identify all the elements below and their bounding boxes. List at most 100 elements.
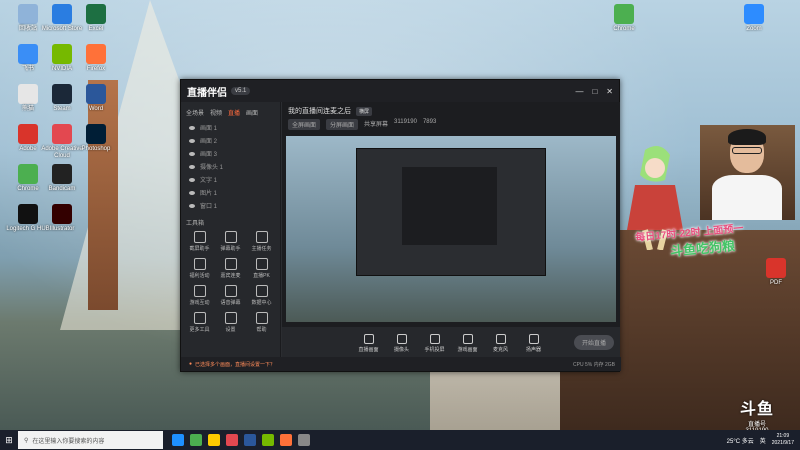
- tool-icon: [193, 285, 206, 297]
- tool-button[interactable]: 更多工具: [185, 312, 214, 333]
- desktop-icon[interactable]: PDF: [752, 258, 800, 287]
- eye-icon[interactable]: [189, 177, 195, 182]
- taskbar-search[interactable]: ⚲ 在这里输入你要搜索的内容: [18, 431, 163, 449]
- status-bar: ● 已选择多个画面，直播间设置一下？ CPU 5% 内存 2GB: [181, 357, 621, 371]
- room-title[interactable]: 我的直播间连麦之后: [288, 108, 351, 115]
- nested-window: [356, 148, 546, 276]
- preview-pill[interactable]: 3119190: [394, 119, 417, 130]
- desktop-icon-image: [18, 204, 38, 224]
- version-badge[interactable]: v5.1: [231, 87, 251, 95]
- desktop-icon[interactable]: Firefox: [72, 44, 120, 73]
- tab-live[interactable]: 直播: [228, 108, 240, 117]
- ime-indicator[interactable]: 英: [760, 436, 766, 445]
- tool-icon: [224, 231, 237, 243]
- tool-button[interactable]: 弹幕助手: [216, 231, 245, 252]
- tool-label: 数据中心: [251, 300, 272, 306]
- preview-area: 我的直播间连麦之后 横屏 全屏画面 分屏画面 共享屏幕 3119190 7893: [282, 102, 620, 327]
- source-item[interactable]: 窗口 1: [181, 199, 280, 212]
- tool-button[interactable]: 数据中心: [247, 285, 276, 306]
- taskbar-app-icon[interactable]: [172, 434, 184, 446]
- tool-button[interactable]: 截屏助手: [185, 231, 214, 252]
- bottom-tool-button[interactable]: 扬声器: [523, 333, 545, 353]
- scene-tabs: 全场景 视频 直播 画面: [181, 102, 280, 121]
- preview-canvas[interactable]: [286, 136, 616, 322]
- bottom-tool-label: 扬声器: [525, 346, 541, 353]
- taskbar-app-icon[interactable]: [208, 434, 220, 446]
- live-companion-window: 直播伴侣 v5.1 — □ ✕ 全场景 视频 直播 画面 画面 1 画面 2 画面 …: [180, 79, 621, 372]
- tool-button[interactable]: 福利活动: [185, 258, 214, 279]
- clock-time: 21:09: [776, 433, 790, 439]
- bottom-tool-button[interactable]: 摄像头: [391, 333, 413, 353]
- eye-icon[interactable]: [189, 190, 195, 195]
- source-item[interactable]: 画面 1: [181, 121, 280, 134]
- preview-pill[interactable]: 分屏画面: [326, 119, 359, 130]
- go-live-button[interactable]: 开始直播: [573, 335, 614, 350]
- watermark-brand: 斗鱼: [740, 401, 775, 418]
- tool-button[interactable]: 直播PK: [247, 258, 276, 279]
- bottom-tool-label: 摄像头: [393, 346, 409, 353]
- taskbar-app-icon[interactable]: [190, 434, 202, 446]
- source-label: 画面 2: [200, 139, 218, 145]
- bottom-tool-button[interactable]: 麦克风: [490, 333, 512, 353]
- tool-icon: [193, 231, 206, 243]
- source-item[interactable]: 画面 2: [181, 134, 280, 147]
- maximize-button[interactable]: □: [592, 87, 597, 96]
- source-item[interactable]: 摄像头 1: [181, 160, 280, 173]
- weather-text[interactable]: 25°C 多云: [727, 436, 754, 445]
- webcam-feed: [700, 125, 795, 220]
- tab-scene[interactable]: 画面: [246, 108, 258, 117]
- preview-pill[interactable]: 7893: [423, 119, 436, 130]
- eye-icon[interactable]: [189, 151, 195, 156]
- preview-pills: 全屏画面 分屏画面 共享屏幕 3119190 7893: [282, 116, 620, 133]
- tool-button[interactable]: 嘉宾连麦: [216, 258, 245, 279]
- source-item[interactable]: 画面 3: [181, 147, 280, 160]
- desktop-icon[interactable]: Excel: [72, 4, 120, 33]
- desktop-icon-image: [52, 44, 72, 64]
- tool-button[interactable]: 游戏互动: [185, 285, 214, 306]
- minimize-button[interactable]: —: [575, 87, 583, 96]
- bottom-tool-button[interactable]: 游戏画面: [457, 333, 479, 353]
- bottom-toolbar: 直播画面 摄像头 手机投屏 游戏画面 麦克风 扬声器 开始直播: [282, 327, 620, 359]
- desktop-icon[interactable]: Photoshop: [72, 124, 120, 153]
- tab-all[interactable]: 全场景: [186, 108, 204, 117]
- tool-button[interactable]: 设置: [216, 312, 245, 333]
- eye-icon[interactable]: [189, 138, 195, 143]
- desktop-icon[interactable]: Illustrator: [38, 204, 86, 233]
- desktop-icon-image: [52, 124, 72, 144]
- eye-icon[interactable]: [189, 125, 195, 130]
- source-item[interactable]: 文字 1: [181, 173, 280, 186]
- eye-icon[interactable]: [189, 203, 195, 208]
- desktop-icon[interactable]: Zoom: [730, 4, 778, 33]
- taskbar-app-icon[interactable]: [280, 434, 292, 446]
- windows-start-icon[interactable]: ⊞: [0, 430, 18, 450]
- desktop-icon-image: [18, 124, 38, 144]
- bottom-tool-button[interactable]: 手机投屏: [424, 333, 446, 353]
- tool-label: 主播任务: [251, 246, 272, 252]
- taskbar-app-icon[interactable]: [262, 434, 274, 446]
- preview-pill[interactable]: 共享屏幕: [364, 119, 388, 130]
- bottom-tool-icon: [429, 333, 440, 344]
- tab-video[interactable]: 视频: [210, 108, 222, 117]
- desktop-icon-label: Zoom: [746, 26, 762, 32]
- tool-icon: [224, 258, 237, 270]
- taskbar-app-icon[interactable]: [226, 434, 238, 446]
- preview-pill[interactable]: 全屏画面: [288, 119, 321, 130]
- desktop-icon[interactable]: Chrome: [600, 4, 648, 33]
- source-label: 图片 1: [200, 191, 218, 197]
- desktop-icon[interactable]: Bandicam: [38, 164, 86, 193]
- close-button[interactable]: ✕: [606, 87, 613, 96]
- eye-icon[interactable]: [189, 164, 195, 169]
- bottom-tool-button[interactable]: 直播画面: [358, 333, 380, 353]
- source-item[interactable]: 图片 1: [181, 186, 280, 199]
- desktop-icon[interactable]: Word: [72, 84, 120, 113]
- left-panel: 全场景 视频 直播 画面 画面 1 画面 2 画面 3 摄像头 1 文字 1 图片 1 窗口…: [181, 102, 281, 359]
- tool-button[interactable]: 语音弹幕: [216, 285, 245, 306]
- tool-button[interactable]: 帮助: [247, 312, 276, 333]
- status-text[interactable]: 已选择多个画面，直播间设置一下？: [195, 361, 275, 368]
- taskbar-app-icon[interactable]: [298, 434, 310, 446]
- taskbar-app-icon[interactable]: [244, 434, 256, 446]
- tool-button[interactable]: 主播任务: [247, 231, 276, 252]
- orientation-tag[interactable]: 横屏: [355, 107, 372, 116]
- clock[interactable]: 21:09 2021/9/17: [772, 433, 794, 447]
- webcam-glasses: [732, 147, 762, 154]
